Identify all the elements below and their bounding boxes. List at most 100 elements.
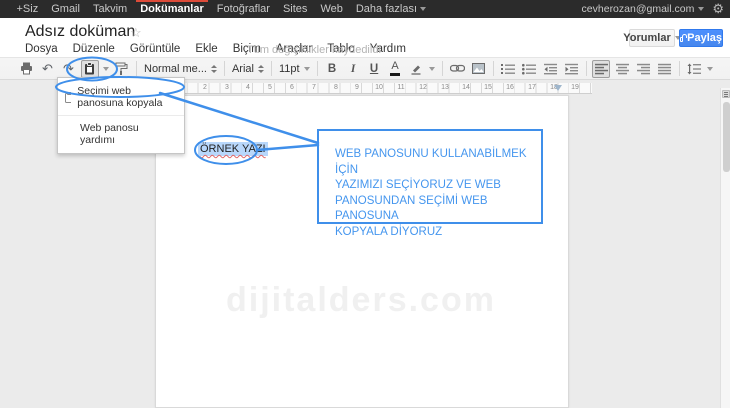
callout-line: YAZIMIZI SEÇİYORUZ VE WEB [335, 178, 541, 194]
align-left-button[interactable] [592, 60, 610, 78]
comments-label: Yorumlar [623, 32, 670, 44]
topbar-item-more[interactable]: Daha fazlası [349, 0, 432, 18]
google-bar: +Siz Gmail Takvim Dokümanlar Fotoğraflar… [0, 0, 730, 18]
ruler-number: 10 [375, 84, 383, 91]
outdent-button[interactable] [541, 60, 559, 78]
chevron-down-icon [304, 67, 310, 71]
save-status: Tüm değişiklikler kaydedildi [247, 44, 381, 56]
insert-image-button[interactable] [469, 60, 487, 78]
underline-icon: U [370, 63, 378, 75]
numbered-list-icon [501, 63, 515, 75]
vertical-scrollbar[interactable] [720, 88, 730, 408]
align-right-button[interactable] [634, 60, 652, 78]
text-color-icon: A [390, 61, 400, 76]
font-size-dropdown[interactable]: 11pt [276, 63, 313, 75]
menu-file[interactable]: Dosya [25, 43, 58, 55]
scrollbar-top-icon[interactable] [722, 90, 730, 98]
chevron-down-icon [103, 67, 109, 71]
selected-text[interactable]: ÖRNEK YAZI [198, 142, 268, 156]
ruler-number: 16 [506, 84, 514, 91]
comments-button[interactable]: Yorumlar [629, 29, 675, 47]
highlight-dropdown[interactable] [428, 60, 436, 78]
clipboard-icon [65, 92, 71, 103]
indent-button[interactable] [562, 60, 580, 78]
ruler-number: 12 [419, 84, 427, 91]
toolbar-separator [271, 61, 272, 76]
align-center-button[interactable] [613, 60, 631, 78]
menu-view[interactable]: Görüntüle [130, 43, 181, 55]
undo-icon: ↶ [42, 62, 53, 75]
highlight-color-button[interactable] [407, 60, 425, 78]
topbar-item-gmail[interactable]: Gmail [45, 0, 87, 18]
bulleted-list-button[interactable] [520, 60, 538, 78]
topbar-item-sites[interactable]: Sites [276, 0, 313, 18]
toolbar-separator [442, 61, 443, 76]
doc-header: Adsız doküman ☆ Dosya Düzenle Görüntüle … [0, 18, 730, 57]
toolbar-separator [224, 61, 225, 76]
styles-dropdown[interactable]: Normal me... [141, 63, 220, 75]
indent-marker-right[interactable] [554, 85, 562, 91]
toolbar-separator [317, 61, 318, 76]
text-color-button[interactable]: A [386, 60, 404, 78]
toolbar-separator [679, 61, 680, 76]
topbar-item-calendar[interactable]: Takvim [86, 0, 133, 18]
italic-button[interactable]: I [344, 60, 362, 78]
insert-link-button[interactable] [448, 60, 466, 78]
ruler-number: 19 [571, 84, 579, 91]
justify-button[interactable] [655, 60, 673, 78]
ruler-number: 13 [441, 84, 449, 91]
ruler-number: 11 [397, 84, 404, 91]
menu-edit[interactable]: Düzenle [73, 43, 115, 55]
topbar-item-documents[interactable]: Dokümanlar [134, 0, 211, 18]
font-size-value: 11pt [279, 63, 300, 75]
highlight-icon [410, 63, 422, 75]
updown-icon [211, 65, 217, 73]
bold-button[interactable]: B [323, 60, 341, 78]
menu-item-label: Seçimi web panosuna kopyala [77, 85, 176, 109]
redo-button[interactable]: ↷ [60, 60, 78, 78]
web-clipboard-button[interactable] [81, 60, 99, 78]
topbar-item-photos[interactable]: Fotoğraflar [210, 0, 276, 18]
menu-insert[interactable]: Ekle [195, 43, 217, 55]
scrollbar-thumb[interactable] [723, 102, 730, 172]
undo-button[interactable]: ↶ [39, 60, 57, 78]
web-clipboard-dropdown[interactable] [102, 60, 110, 78]
paint-format-button[interactable] [113, 60, 131, 78]
line-spacing-dropdown[interactable] [706, 60, 714, 78]
annotation-callout-box: WEB PANOSUNU KULLANABİLMEK İÇİN YAZIMIZI… [317, 129, 543, 224]
link-icon [450, 64, 465, 73]
account-menu[interactable]: cevherozan@gmail.com [582, 3, 705, 15]
star-icon[interactable]: ☆ [130, 25, 142, 41]
ruler-number: 6 [290, 84, 294, 91]
share-button[interactable]: Paylaş [679, 29, 723, 47]
menu-item-copy-to-web-clipboard[interactable]: Seçimi web panosuna kopyala [58, 82, 184, 112]
topbar-item-web[interactable]: Web [314, 0, 349, 18]
menu-item-label: Web panosu yardımı [80, 122, 176, 146]
share-label: Paylaş [687, 32, 722, 44]
callout-line: WEB PANOSUNU KULLANABİLMEK İÇİN [335, 147, 541, 178]
menu-separator [58, 115, 184, 116]
line-spacing-button[interactable] [685, 60, 703, 78]
ruler-number: 7 [312, 84, 316, 91]
web-clipboard-menu: Seçimi web panosuna kopyala Web panosu y… [57, 77, 185, 154]
gear-icon[interactable]: ⚙ [712, 0, 724, 18]
document-title[interactable]: Adsız doküman [25, 23, 135, 41]
updown-icon [258, 65, 264, 73]
ruler-number: 15 [484, 84, 492, 91]
font-dropdown[interactable]: Arial [229, 63, 267, 75]
print-button[interactable] [18, 60, 36, 78]
align-left-icon [595, 63, 608, 75]
ruler-number: 4 [246, 84, 250, 91]
align-right-icon [637, 63, 650, 75]
ruler-number: 5 [268, 84, 272, 91]
ruler-number: 2 [203, 84, 207, 91]
insert-image-icon [472, 63, 485, 74]
more-label: Daha fazlası [356, 3, 417, 15]
print-icon [20, 62, 33, 75]
menu-item-web-clipboard-help[interactable]: Web panosu yardımı [58, 119, 184, 149]
numbered-list-button[interactable] [499, 60, 517, 78]
topbar-item-plus-you[interactable]: +Siz [10, 0, 45, 18]
underline-button[interactable]: U [365, 60, 383, 78]
font-value: Arial [232, 63, 254, 75]
bold-icon: B [328, 63, 336, 75]
